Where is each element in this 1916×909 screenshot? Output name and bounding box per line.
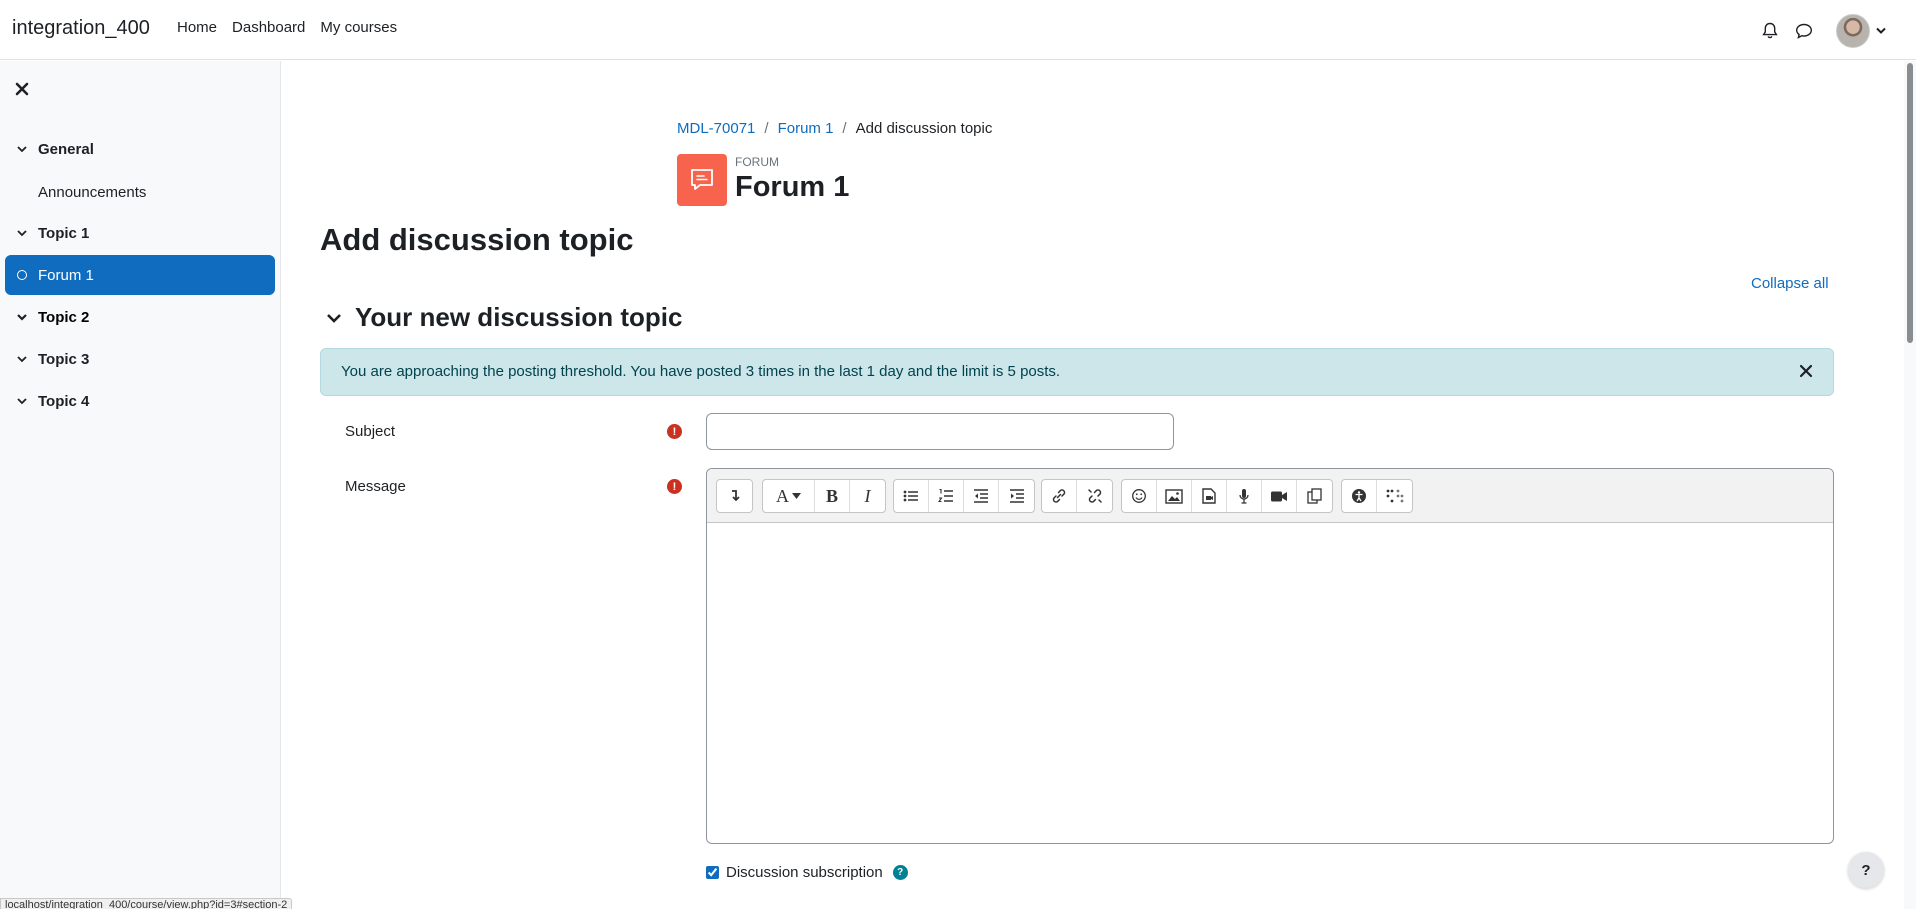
close-icon[interactable] xyxy=(15,82,31,98)
activity-title: Forum 1 xyxy=(735,171,850,203)
toolbar-group-accessibility xyxy=(1341,479,1413,513)
required-icon: ! xyxy=(667,479,682,494)
forum-icon xyxy=(677,154,727,206)
message-label: Message xyxy=(345,478,406,495)
media-icon[interactable] xyxy=(1192,480,1227,512)
chevron-down-icon xyxy=(327,313,341,323)
unordered-list-icon[interactable] xyxy=(894,480,929,512)
subject-input[interactable] xyxy=(706,413,1174,450)
chevron-down-icon[interactable] xyxy=(16,227,28,239)
section-label: Topic 2 xyxy=(38,308,90,326)
toolbar-group-lists xyxy=(893,479,1035,513)
nav-my-courses[interactable]: My courses xyxy=(320,19,397,36)
collapse-all-link[interactable]: Collapse all xyxy=(1751,275,1829,292)
breadcrumb-course[interactable]: MDL-70071 xyxy=(677,120,755,137)
record-audio-icon[interactable] xyxy=(1227,480,1262,512)
course-section-topic-1[interactable]: Topic 1 xyxy=(0,213,281,253)
course-section-topic-3[interactable]: Topic 3 xyxy=(0,339,281,379)
activity-label: Forum 1 xyxy=(38,266,94,284)
section-label: Topic 1 xyxy=(38,224,90,242)
link-icon[interactable] xyxy=(1042,480,1077,512)
ordered-list-icon[interactable] xyxy=(929,480,964,512)
chevron-down-icon[interactable] xyxy=(16,353,28,365)
site-name[interactable]: integration_400 xyxy=(12,17,150,40)
primary-navigation: Home Dashboard My courses xyxy=(177,19,412,36)
toolbar-group-style: A B I xyxy=(762,479,886,513)
nav-home[interactable]: Home xyxy=(177,19,217,36)
course-activity-announcements[interactable]: Announcements xyxy=(0,172,281,212)
nav-dashboard[interactable]: Dashboard xyxy=(232,19,305,36)
messages-icon[interactable] xyxy=(1794,21,1814,41)
toolbar-group-insert xyxy=(1121,479,1333,513)
record-video-icon[interactable] xyxy=(1262,480,1297,512)
top-navbar: integration_400 Home Dashboard My course… xyxy=(0,0,1916,60)
toolbar-group-collapse xyxy=(716,479,753,513)
chevron-down-icon[interactable] xyxy=(16,311,28,323)
avatar xyxy=(1836,14,1870,48)
fieldset-title: Your new discussion topic xyxy=(355,302,683,332)
course-section-topic-2[interactable]: Topic 2 xyxy=(0,297,281,337)
unlink-icon[interactable] xyxy=(1077,480,1112,512)
close-icon[interactable] xyxy=(1799,364,1813,378)
accessibility-checker-icon[interactable] xyxy=(1342,480,1377,512)
required-icon: ! xyxy=(667,424,682,439)
section-label: General xyxy=(38,140,94,158)
editor-toolbar: A B I xyxy=(707,469,1833,523)
user-menu[interactable] xyxy=(1836,14,1886,48)
activity-type: FORUM xyxy=(735,155,779,169)
font-style-icon[interactable]: A xyxy=(763,480,815,512)
chevron-down-icon xyxy=(1876,27,1886,34)
breadcrumb-current: Add discussion topic xyxy=(855,120,993,137)
breadcrumb-separator: / xyxy=(764,120,769,137)
help-icon[interactable]: ? xyxy=(892,865,908,880)
course-section-general[interactable]: General xyxy=(0,129,281,169)
completion-circle-icon xyxy=(17,270,27,280)
emoji-icon[interactable] xyxy=(1122,480,1157,512)
course-index-drawer: General Announcements Topic 1 Forum 1 To… xyxy=(0,61,281,909)
subscription-label[interactable]: Discussion subscription xyxy=(726,864,883,881)
outdent-icon[interactable] xyxy=(964,480,999,512)
chevron-down-icon[interactable] xyxy=(16,143,28,155)
image-icon[interactable] xyxy=(1157,480,1192,512)
alert-message: You are approaching the posting threshol… xyxy=(341,363,1061,380)
browser-status-bar: localhost/integration_400/course/view.ph… xyxy=(0,898,293,909)
breadcrumb-separator: / xyxy=(842,120,847,137)
discussion-subscription: Discussion subscription ? xyxy=(706,864,908,881)
page-scrollbar[interactable] xyxy=(1904,61,1916,909)
show-more-icon[interactable] xyxy=(717,480,752,512)
section-label: Topic 3 xyxy=(38,350,90,368)
bell-icon[interactable] xyxy=(1760,21,1780,41)
indent-icon[interactable] xyxy=(999,480,1034,512)
activity-header: FORUM Forum 1 xyxy=(677,154,849,206)
posting-threshold-alert: You are approaching the posting threshol… xyxy=(320,348,1834,396)
screenreader-helper-icon[interactable] xyxy=(1377,480,1412,512)
manage-files-icon[interactable] xyxy=(1297,480,1332,512)
subscription-checkbox[interactable] xyxy=(706,866,719,879)
course-section-topic-4[interactable]: Topic 4 xyxy=(0,381,281,421)
message-editor: A B I xyxy=(706,468,1834,844)
italic-icon[interactable]: I xyxy=(850,480,885,512)
bold-icon[interactable]: B xyxy=(815,480,850,512)
breadcrumb: MDL-70071 / Forum 1 / Add discussion top… xyxy=(677,120,992,137)
section-label: Topic 4 xyxy=(38,392,90,410)
course-activity-forum-1[interactable]: Forum 1 xyxy=(5,255,275,295)
chevron-down-icon[interactable] xyxy=(16,395,28,407)
user-nav xyxy=(1760,14,1886,48)
message-editor-content[interactable] xyxy=(707,523,1833,843)
fieldset-toggle[interactable]: Your new discussion topic xyxy=(325,302,682,333)
breadcrumb-forum[interactable]: Forum 1 xyxy=(778,120,834,137)
subject-label: Subject xyxy=(345,423,396,440)
footer-help-button[interactable]: ? xyxy=(1848,852,1884,888)
scrollbar-thumb[interactable] xyxy=(1907,63,1913,343)
toolbar-group-links xyxy=(1041,479,1113,513)
activity-label: Announcements xyxy=(38,183,147,201)
page-title: Add discussion topic xyxy=(320,222,634,257)
